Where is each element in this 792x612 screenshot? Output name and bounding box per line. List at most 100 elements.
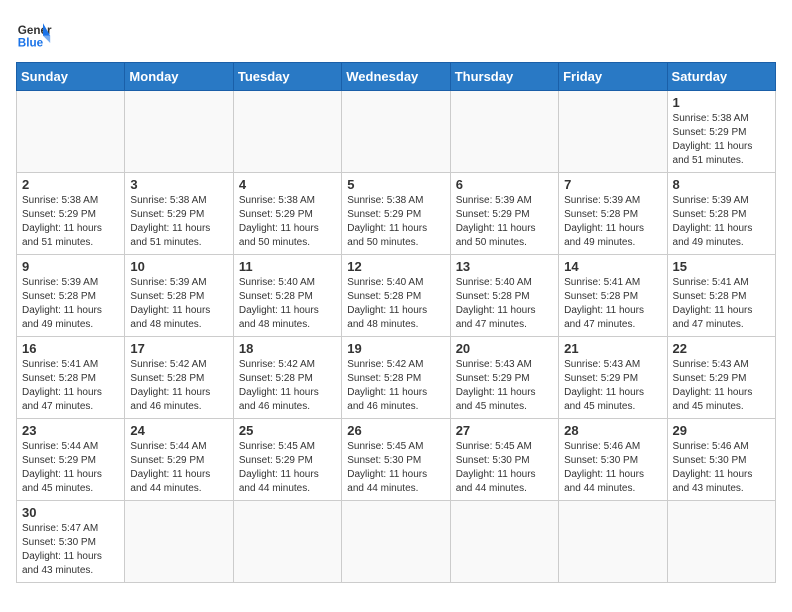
calendar-week-4: 23 Sunrise: 5:44 AM Sunset: 5:29 PM Dayli… — [17, 419, 776, 501]
calendar-cell — [17, 91, 125, 173]
day-content: Sunrise: 5:43 AM Sunset: 5:29 PM Dayligh… — [673, 358, 770, 414]
weekday-header-tuesday: Tuesday — [233, 63, 341, 91]
calendar-cell: 24 Sunrise: 5:44 AM Sunset: 5:29 PM Dayli… — [125, 419, 233, 501]
day-number: 20 — [456, 341, 553, 356]
calendar-cell: 21 Sunrise: 5:43 AM Sunset: 5:29 PM Dayli… — [559, 337, 667, 419]
day-number: 19 — [347, 341, 444, 356]
calendar-week-5: 30 Sunrise: 5:47 AM Sunset: 5:30 PM Dayli… — [17, 501, 776, 583]
day-content: Sunrise: 5:40 AM Sunset: 5:28 PM Dayligh… — [239, 276, 336, 332]
day-number: 13 — [456, 259, 553, 274]
day-content: Sunrise: 5:39 AM Sunset: 5:28 PM Dayligh… — [673, 194, 770, 250]
calendar-cell: 9 Sunrise: 5:39 AM Sunset: 5:28 PM Daylig… — [17, 255, 125, 337]
calendar-cell: 1Sunrise: 5:38 AM Sunset: 5:29 PM Daylig… — [667, 91, 775, 173]
calendar-cell: 3 Sunrise: 5:38 AM Sunset: 5:29 PM Daylig… — [125, 173, 233, 255]
day-content: Sunrise: 5:38 AM Sunset: 5:29 PM Dayligh… — [673, 112, 770, 168]
day-content: Sunrise: 5:41 AM Sunset: 5:28 PM Dayligh… — [564, 276, 661, 332]
svg-text:Blue: Blue — [18, 37, 44, 50]
weekday-header-friday: Friday — [559, 63, 667, 91]
day-number: 8 — [673, 177, 770, 192]
calendar-cell: 12Sunrise: 5:40 AM Sunset: 5:28 PM Dayli… — [342, 255, 450, 337]
calendar-cell: 18 Sunrise: 5:42 AM Sunset: 5:28 PM Dayli… — [233, 337, 341, 419]
day-content: Sunrise: 5:40 AM Sunset: 5:28 PM Dayligh… — [456, 276, 553, 332]
calendar-cell: 6 Sunrise: 5:39 AM Sunset: 5:29 PM Daylig… — [450, 173, 558, 255]
weekday-header-monday: Monday — [125, 63, 233, 91]
day-content: Sunrise: 5:41 AM Sunset: 5:28 PM Dayligh… — [673, 276, 770, 332]
day-content: Sunrise: 5:43 AM Sunset: 5:29 PM Dayligh… — [456, 358, 553, 414]
calendar-cell: 2Sunrise: 5:38 AM Sunset: 5:29 PM Daylig… — [17, 173, 125, 255]
day-content: Sunrise: 5:42 AM Sunset: 5:28 PM Dayligh… — [239, 358, 336, 414]
calendar-cell: 26Sunrise: 5:45 AM Sunset: 5:30 PM Dayli… — [342, 419, 450, 501]
calendar-cell: 29Sunrise: 5:46 AM Sunset: 5:30 PM Dayli… — [667, 419, 775, 501]
calendar-cell: 19 Sunrise: 5:42 AM Sunset: 5:28 PM Dayli… — [342, 337, 450, 419]
weekday-header-thursday: Thursday — [450, 63, 558, 91]
weekday-header-saturday: Saturday — [667, 63, 775, 91]
day-content: Sunrise: 5:39 AM Sunset: 5:29 PM Dayligh… — [456, 194, 553, 250]
day-content: Sunrise: 5:43 AM Sunset: 5:29 PM Dayligh… — [564, 358, 661, 414]
day-number: 30 — [22, 505, 119, 520]
calendar-cell: 25 Sunrise: 5:45 AM Sunset: 5:29 PM Dayli… — [233, 419, 341, 501]
day-number: 6 — [456, 177, 553, 192]
calendar-cell: 20 Sunrise: 5:43 AM Sunset: 5:29 PM Dayli… — [450, 337, 558, 419]
calendar-cell — [233, 501, 341, 583]
calendar-cell: 11 Sunrise: 5:40 AM Sunset: 5:28 PM Dayli… — [233, 255, 341, 337]
day-content: Sunrise: 5:39 AM Sunset: 5:28 PM Dayligh… — [22, 276, 119, 332]
calendar-cell — [559, 501, 667, 583]
day-content: Sunrise: 5:46 AM Sunset: 5:30 PM Dayligh… — [564, 440, 661, 496]
day-number: 21 — [564, 341, 661, 356]
calendar-week-0: 1Sunrise: 5:38 AM Sunset: 5:29 PM Daylig… — [17, 91, 776, 173]
day-number: 24 — [130, 423, 227, 438]
day-content: Sunrise: 5:47 AM Sunset: 5:30 PM Dayligh… — [22, 522, 119, 578]
day-number: 17 — [130, 341, 227, 356]
day-content: Sunrise: 5:38 AM Sunset: 5:29 PM Dayligh… — [239, 194, 336, 250]
day-content: Sunrise: 5:44 AM Sunset: 5:29 PM Dayligh… — [22, 440, 119, 496]
calendar-week-1: 2Sunrise: 5:38 AM Sunset: 5:29 PM Daylig… — [17, 173, 776, 255]
day-number: 23 — [22, 423, 119, 438]
calendar-table: SundayMondayTuesdayWednesdayThursdayFrid… — [16, 62, 776, 583]
calendar-cell — [667, 501, 775, 583]
page-header: General Blue — [16, 16, 776, 52]
day-number: 10 — [130, 259, 227, 274]
calendar-week-2: 9 Sunrise: 5:39 AM Sunset: 5:28 PM Daylig… — [17, 255, 776, 337]
calendar-cell — [450, 91, 558, 173]
day-content: Sunrise: 5:42 AM Sunset: 5:28 PM Dayligh… — [130, 358, 227, 414]
day-number: 25 — [239, 423, 336, 438]
calendar-cell: 27Sunrise: 5:45 AM Sunset: 5:30 PM Dayli… — [450, 419, 558, 501]
weekday-header-wednesday: Wednesday — [342, 63, 450, 91]
calendar-cell: 13 Sunrise: 5:40 AM Sunset: 5:28 PM Dayli… — [450, 255, 558, 337]
day-number: 28 — [564, 423, 661, 438]
day-number: 3 — [130, 177, 227, 192]
day-number: 15 — [673, 259, 770, 274]
day-content: Sunrise: 5:40 AM Sunset: 5:28 PM Dayligh… — [347, 276, 444, 332]
logo-icon: General Blue — [16, 16, 52, 52]
weekday-header-row: SundayMondayTuesdayWednesdayThursdayFrid… — [17, 63, 776, 91]
day-content: Sunrise: 5:45 AM Sunset: 5:30 PM Dayligh… — [347, 440, 444, 496]
day-content: Sunrise: 5:45 AM Sunset: 5:29 PM Dayligh… — [239, 440, 336, 496]
day-content: Sunrise: 5:45 AM Sunset: 5:30 PM Dayligh… — [456, 440, 553, 496]
calendar-cell: 23 Sunrise: 5:44 AM Sunset: 5:29 PM Dayli… — [17, 419, 125, 501]
day-content: Sunrise: 5:38 AM Sunset: 5:29 PM Dayligh… — [22, 194, 119, 250]
logo: General Blue — [16, 16, 52, 52]
day-content: Sunrise: 5:42 AM Sunset: 5:28 PM Dayligh… — [347, 358, 444, 414]
calendar-cell: 10 Sunrise: 5:39 AM Sunset: 5:28 PM Dayli… — [125, 255, 233, 337]
day-number: 4 — [239, 177, 336, 192]
calendar-cell: 7Sunrise: 5:39 AM Sunset: 5:28 PM Daylig… — [559, 173, 667, 255]
calendar-cell: 5Sunrise: 5:38 AM Sunset: 5:29 PM Daylig… — [342, 173, 450, 255]
calendar-cell — [559, 91, 667, 173]
calendar-cell: 15 Sunrise: 5:41 AM Sunset: 5:28 PM Dayli… — [667, 255, 775, 337]
calendar-cell — [125, 501, 233, 583]
weekday-header-sunday: Sunday — [17, 63, 125, 91]
day-content: Sunrise: 5:44 AM Sunset: 5:29 PM Dayligh… — [130, 440, 227, 496]
calendar-cell: 22 Sunrise: 5:43 AM Sunset: 5:29 PM Dayli… — [667, 337, 775, 419]
day-number: 5 — [347, 177, 444, 192]
day-content: Sunrise: 5:39 AM Sunset: 5:28 PM Dayligh… — [130, 276, 227, 332]
day-content: Sunrise: 5:38 AM Sunset: 5:29 PM Dayligh… — [130, 194, 227, 250]
day-number: 11 — [239, 259, 336, 274]
day-number: 22 — [673, 341, 770, 356]
day-number: 18 — [239, 341, 336, 356]
day-number: 14 — [564, 259, 661, 274]
day-number: 9 — [22, 259, 119, 274]
calendar-cell — [342, 91, 450, 173]
day-content: Sunrise: 5:39 AM Sunset: 5:28 PM Dayligh… — [564, 194, 661, 250]
calendar-cell: 4 Sunrise: 5:38 AM Sunset: 5:29 PM Daylig… — [233, 173, 341, 255]
calendar-cell — [450, 501, 558, 583]
